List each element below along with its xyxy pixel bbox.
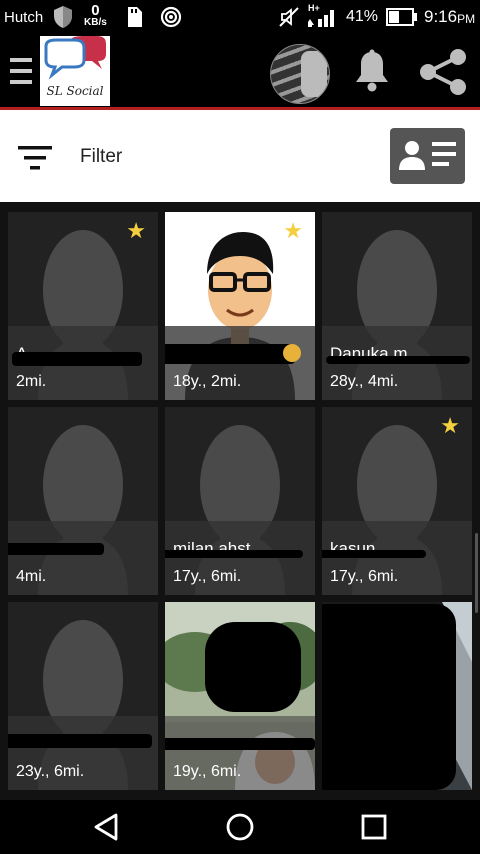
clock: 9:16 PM <box>424 0 475 34</box>
redaction-mark <box>12 352 142 366</box>
clock-time: 9:16 <box>424 7 458 26</box>
shield-icon <box>52 0 74 34</box>
redaction-mark <box>165 550 303 558</box>
user-avatar[interactable] <box>270 44 330 104</box>
redaction-mark <box>165 344 295 364</box>
scrollbar[interactable] <box>475 533 478 613</box>
profile-card[interactable]: ★ kasun 17y., 6mi. <box>322 407 472 595</box>
speed-value: 0 <box>91 2 100 19</box>
profile-meta: 19y., 6mi. <box>173 763 242 780</box>
system-nav-bar <box>0 800 480 854</box>
profile-card[interactable]: 4mi. <box>8 407 158 595</box>
network-type: H+ <box>308 3 320 13</box>
hotspot-icon <box>160 0 182 34</box>
profile-meta: 23y., 6mi. <box>16 763 85 780</box>
profile-meta: 28y., 4mi. <box>330 373 399 390</box>
menu-icon[interactable] <box>10 58 32 84</box>
signal-icon: H+ <box>308 0 338 34</box>
redaction-mark <box>326 356 470 364</box>
profile-card[interactable]: Danuka m 28y., 4mi. <box>322 212 472 400</box>
redaction-mark <box>165 738 315 750</box>
filter-icon[interactable] <box>18 146 54 175</box>
app-bar: SL Social <box>0 34 480 107</box>
redaction-mark <box>8 543 104 555</box>
filter-bar: Filter <box>0 110 480 202</box>
emoji-icon <box>283 344 301 362</box>
profile-card[interactable]: ★ A 2mi. <box>8 212 158 400</box>
profile-meta: 4mi. <box>16 568 47 585</box>
redaction-mark <box>322 604 456 790</box>
battery-icon <box>386 0 418 34</box>
redaction-mark <box>8 734 152 748</box>
redaction-mark <box>322 550 426 558</box>
data-speed: 0 KB/s <box>84 0 107 34</box>
redaction-mark <box>205 622 301 712</box>
recents-icon[interactable] <box>360 813 388 846</box>
app-logo-text: SL Social <box>46 84 104 98</box>
profile-card[interactable] <box>322 602 472 790</box>
profile-meta: 17y., 6mi. <box>330 568 399 585</box>
star-icon: ★ <box>126 218 146 243</box>
chat-bubbles-icon <box>44 36 106 80</box>
back-icon[interactable] <box>92 812 120 847</box>
filter-label[interactable]: Filter <box>80 146 122 168</box>
notification-bell-icon[interactable] <box>353 49 391 98</box>
battery-percent: 41% <box>346 8 379 25</box>
profile-grid: ★ A 2mi. ★ 18y., 2mi. Danuka m 28y., 4mi… <box>0 203 480 800</box>
speed-unit: KB/s <box>84 17 107 28</box>
contact-card-icon <box>399 141 456 170</box>
star-icon: ★ <box>283 218 303 243</box>
mute-icon <box>278 0 300 34</box>
app-logo[interactable]: SL Social <box>40 36 110 106</box>
profile-meta: 18y., 2mi. <box>173 373 242 390</box>
home-icon[interactable] <box>225 812 255 847</box>
profile-card[interactable]: 23y., 6mi. <box>8 602 158 790</box>
share-icon[interactable] <box>418 48 468 101</box>
profile-card[interactable]: milan ahst 17y., 6mi. <box>165 407 315 595</box>
carrier-name: Hutch <box>4 8 44 26</box>
status-bar: Hutch 0 KB/s H+ 41% 9:16 PM <box>0 0 480 34</box>
profile-card[interactable]: ★ 18y., 2mi. <box>165 212 315 400</box>
clock-suffix: PM <box>457 11 476 26</box>
profile-card[interactable]: 19y., 6mi. <box>165 602 315 790</box>
profile-meta: 17y., 6mi. <box>173 568 242 585</box>
profile-meta: 2mi. <box>16 373 47 390</box>
star-icon: ★ <box>440 413 460 438</box>
profile-card-button[interactable] <box>390 128 465 184</box>
sd-card-icon <box>126 0 142 34</box>
